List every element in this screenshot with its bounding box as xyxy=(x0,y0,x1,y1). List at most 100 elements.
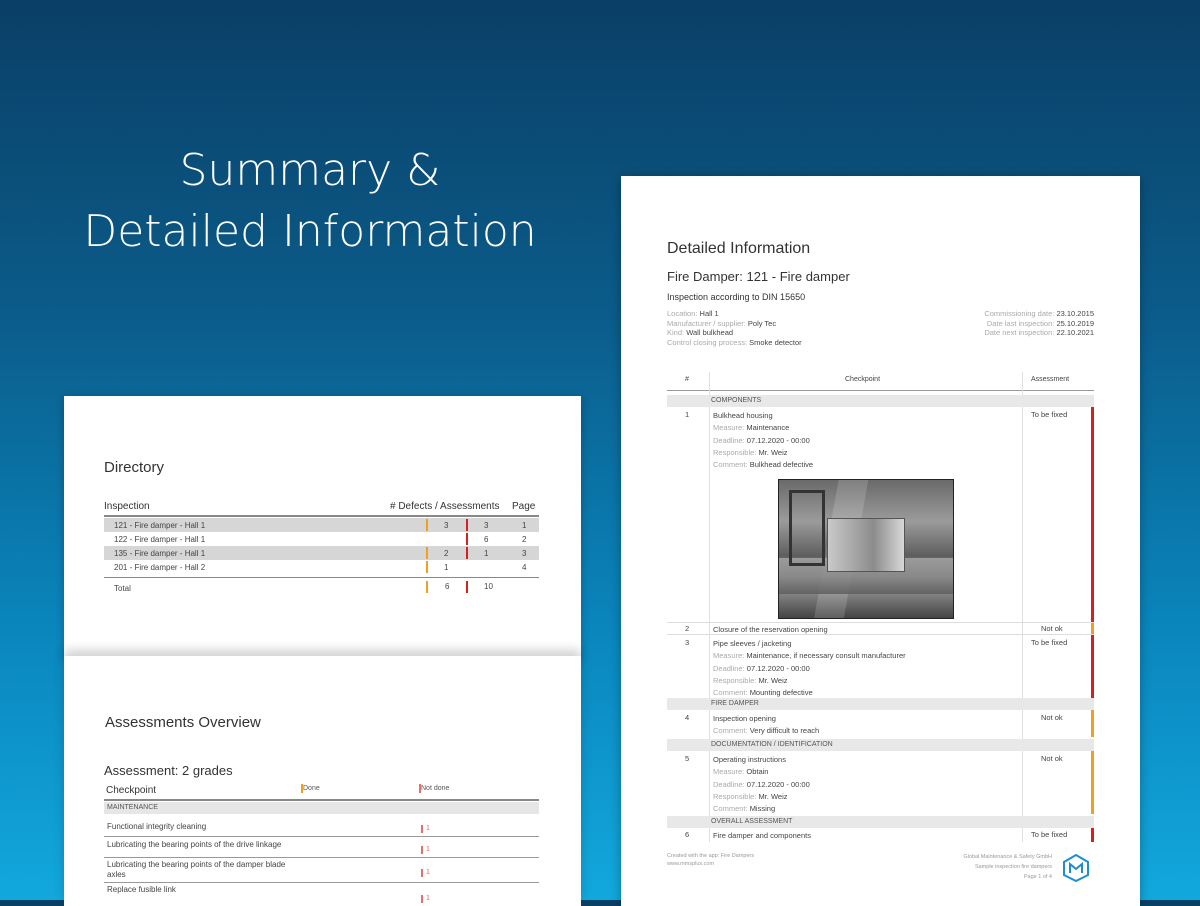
table-row[interactable]: 135 - Fire damper - Hall 1 2 1 3 xyxy=(104,546,539,560)
section-header: DOCUMENTATION / IDENTIFICATION xyxy=(667,739,1094,751)
col-page: Page xyxy=(512,501,536,512)
meta-location: Location: Hall 1 xyxy=(667,309,802,319)
meta-key: Date last inspection: xyxy=(986,318,1055,328)
section-label: DOCUMENTATION / IDENTIFICATION xyxy=(711,741,833,748)
status-bar xyxy=(1091,635,1094,698)
assessment-marker xyxy=(466,533,468,545)
item-assessment: To be fixed xyxy=(1031,638,1068,647)
directory-header: Inspection # Defects / Assessments Page xyxy=(104,499,539,513)
assessments-header: Checkpoint Done Not done xyxy=(104,784,539,798)
photo-frame-shape xyxy=(789,490,825,566)
hero-title: Summary & Detailed Information xyxy=(60,140,560,262)
item-value: 1 xyxy=(426,846,430,853)
total-label: Total xyxy=(114,584,131,593)
col-defects: # Defects / Assessments xyxy=(390,501,500,512)
meta-key: Kind: xyxy=(667,328,685,337)
comment-key: Comment: xyxy=(713,726,748,736)
table-row[interactable]: 121 - Fire damper - Hall 1 3 3 1 xyxy=(104,518,539,532)
col-inspection: Inspection xyxy=(104,501,150,512)
footer-left: Created with the app: Fire Dampers www.m… xyxy=(667,852,754,868)
item-title: Operating instructions xyxy=(713,755,786,764)
assessments-title: Assessments Overview xyxy=(105,714,261,731)
meta-control: Control closing process: Smoke detector xyxy=(667,338,802,348)
checkpoint-item[interactable]: 4 Inspection opening Comment: Very diffi… xyxy=(667,710,1094,737)
section-header: COMPONENTS xyxy=(667,395,1094,407)
detail-page: Detailed Information Fire Damper: 121 - … xyxy=(621,176,1140,906)
total-row: Total 6 10 xyxy=(104,581,539,595)
col-num: # xyxy=(685,376,689,383)
photo-damper-shape xyxy=(827,518,905,572)
table-row[interactable]: 201 - Fire damper - Hall 2 1 4 xyxy=(104,560,539,574)
item-label: Functional integrity cleaning xyxy=(107,822,207,831)
list-item[interactable]: Functional integrity cleaning 1 xyxy=(104,816,539,837)
comment-key: Comment: xyxy=(713,460,748,470)
item-value: 1 xyxy=(426,869,430,876)
measure-value: Obtain xyxy=(746,767,769,777)
meta-value: Wall bulkhead xyxy=(686,328,734,337)
not-done-marker xyxy=(421,895,423,903)
comment-value: Mounting defective xyxy=(749,688,813,698)
section-label: MAINTENANCE xyxy=(107,804,158,811)
meta-next-inspection: Date next inspection: 22.10.2021 xyxy=(984,328,1094,338)
item-value: 1 xyxy=(426,895,430,902)
status-bar xyxy=(1091,407,1094,622)
item-assessment: Not ok xyxy=(1041,624,1063,633)
not-done-marker xyxy=(421,869,423,877)
table-row[interactable]: 122 - Fire damper - Hall 1 6 2 xyxy=(104,532,539,546)
meta-right: Commissioning date: 23.10.2015 Date last… xyxy=(984,309,1094,338)
assessments-rows: Functional integrity cleaning 1 Lubricat… xyxy=(104,816,539,903)
item-assessment: Not ok xyxy=(1041,713,1063,722)
deadline-key: Deadline: xyxy=(713,779,745,789)
meta-value: Smoke detector xyxy=(749,337,802,347)
responsible-key: Responsible: xyxy=(713,447,757,457)
comment-value: Missing xyxy=(749,804,776,814)
meta-value: Poly Tec xyxy=(747,318,777,328)
defect-marker xyxy=(426,547,428,559)
checkpoint-item[interactable]: 5 Operating instructions Measure: Obtain… xyxy=(667,751,1094,814)
row-page: 2 xyxy=(522,535,527,544)
responsible-value: Mr. Weiz xyxy=(758,791,788,801)
detail-title: Detailed Information xyxy=(667,240,811,257)
deadline-key: Deadline: xyxy=(713,663,745,673)
measure-value: Maintenance, if necessary consult manufa… xyxy=(746,651,906,661)
checkpoint-item[interactable]: 3 Pipe sleeves / jacketing Measure: Main… xyxy=(667,634,1094,698)
row-assessments: 3 xyxy=(484,521,489,530)
meta-key: Control closing process: xyxy=(667,337,748,347)
measure-key: Measure: xyxy=(713,767,745,777)
defect-marker xyxy=(426,561,428,573)
section-header: FIRE DAMPER xyxy=(667,698,1094,710)
row-page: 1 xyxy=(522,521,527,530)
meta-value: 23.10.2015 xyxy=(1056,309,1094,318)
measure-value: Maintenance xyxy=(746,423,790,433)
defect-marker xyxy=(426,581,428,593)
assessments-subtitle: Assessment: 2 grades xyxy=(104,763,233,778)
directory-page: Directory Inspection # Defects / Assessm… xyxy=(64,396,581,658)
list-item[interactable]: Replace fusible link 1 xyxy=(104,883,539,903)
item-title: Bulkhead housing xyxy=(713,411,773,420)
comment-value: Bulkhead defective xyxy=(749,460,814,470)
detail-table-header: # Checkpoint Assessment xyxy=(667,372,1094,391)
checkpoint-item[interactable]: 6 Fire damper and components To be fixed xyxy=(667,828,1094,842)
item-number: 4 xyxy=(685,713,690,722)
deadline-key: Deadline: xyxy=(713,435,745,445)
deadline-value: 07.12.2020 - 00:00 xyxy=(746,663,810,673)
directory-divider xyxy=(104,515,539,517)
company-logo-icon xyxy=(1063,854,1089,882)
row-label: 201 - Fire damper - Hall 2 xyxy=(114,563,206,572)
item-details: Fire damper and components xyxy=(713,830,811,842)
section-header: MAINTENANCE xyxy=(104,802,539,814)
list-item[interactable]: Lubricating the bearing points of the dr… xyxy=(104,837,539,858)
item-value: 1 xyxy=(426,825,430,832)
list-item[interactable]: Lubricating the bearing points of the da… xyxy=(104,858,539,883)
meta-value: 22.10.2021 xyxy=(1056,328,1094,337)
row-assessments: 6 xyxy=(484,535,489,544)
total-defects: 6 xyxy=(445,582,450,591)
item-title: Fire damper and components xyxy=(713,831,811,840)
item-assessment: Not ok xyxy=(1041,754,1063,763)
footer-company: Global Maintenance & Safety GmbH xyxy=(963,854,1052,860)
responsible-key: Responsible: xyxy=(713,791,757,801)
not-done-marker xyxy=(421,825,423,833)
meta-key: Location: xyxy=(667,309,698,318)
item-details: Pipe sleeves / jacketing Measure: Mainte… xyxy=(713,638,906,699)
inspection-photo[interactable] xyxy=(778,479,954,619)
